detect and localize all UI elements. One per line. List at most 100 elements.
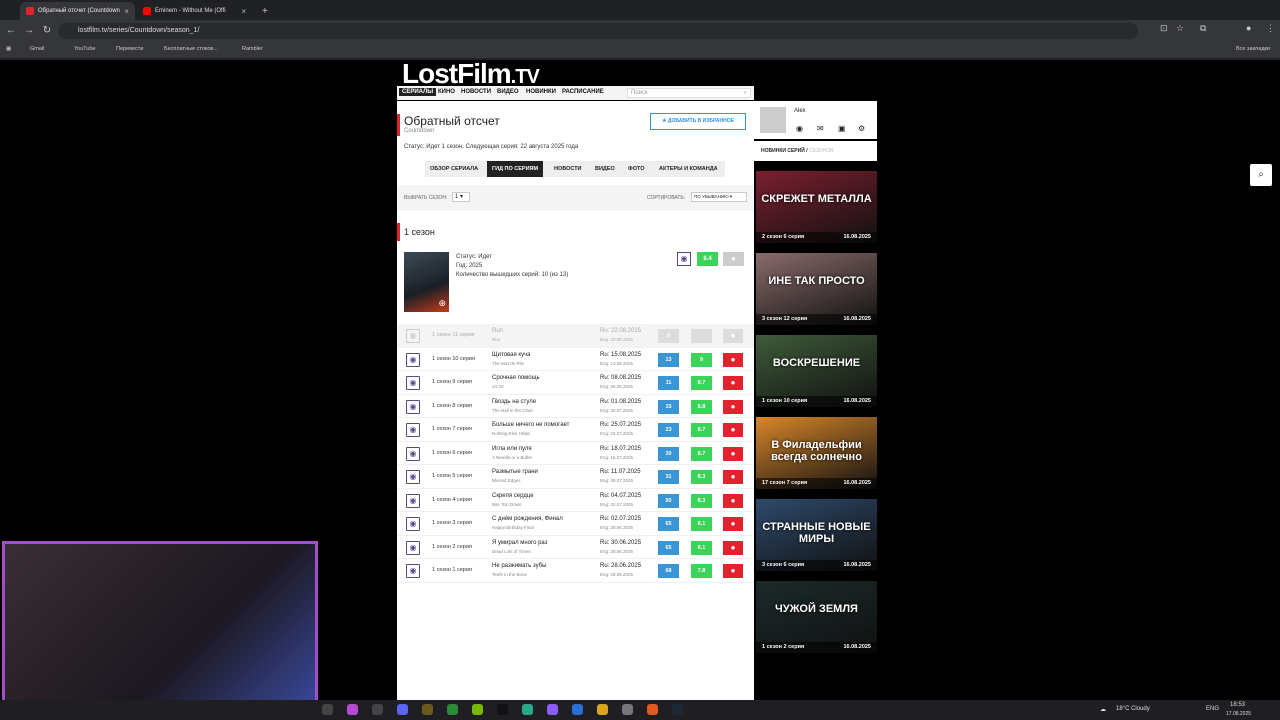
app-icon[interactable] [422,704,433,715]
episode-row[interactable]: ◉ 1 сезон 7 серия Больше ничего не помогае… [397,418,754,442]
menu-icon[interactable]: ⋮ [1266,23,1275,34]
address-bar[interactable]: lostfilm.tv/series/Countdown/season_1/ [58,23,1138,39]
weather-icon[interactable]: ☁ [1100,706,1106,713]
tab-photo[interactable]: ФОТО [623,161,649,177]
play-icon[interactable]: ● [723,470,743,484]
bookmark-stock[interactable]: Бесплатные стоков... [164,46,218,52]
comments-count[interactable]: 65 [658,517,679,531]
episode-title-ru[interactable]: Я умирал много раз [492,540,547,546]
episode-title-ru[interactable]: Не разжимать зубы [492,563,546,569]
language-indicator[interactable]: ENG [1206,706,1219,712]
tiktok-icon[interactable] [497,704,508,715]
episode-row[interactable]: ◉ 1 сезон 5 серия Размытые грани Blurred Ed… [397,465,754,489]
clock-time[interactable]: 18:53 [1230,702,1245,708]
episode-title-ru[interactable]: Гвоздь на стуле [492,399,536,405]
play-icon[interactable]: ● [723,517,743,531]
episode-title-ru[interactable]: Игла или пуля [492,446,532,452]
episode-title-ru[interactable]: Щитовая куча [492,352,531,358]
nav-serials[interactable]: СЕРИАЛЫ [399,88,437,96]
comments-count[interactable]: 11 [658,376,679,390]
nvidia-icon[interactable] [472,704,483,715]
watched-eye-icon[interactable]: ◉ [406,517,420,531]
username[interactable]: Alex [794,108,806,114]
eye-icon[interactable]: ◉ [796,124,803,133]
search-icon[interactable]: ⌕ [744,89,747,97]
bookmark-translate[interactable]: Перевести [116,46,143,52]
play-icon[interactable]: ● [723,352,743,367]
reload-icon[interactable]: ↻ [40,24,54,38]
app-icon[interactable] [647,704,658,715]
app-icon[interactable] [447,704,458,715]
episode-row[interactable]: ◉ 1 сезон 4 серия Скрепя сердце Bite 'Em Do… [397,489,754,512]
clock-date[interactable]: 17.08.2025 [1226,711,1251,717]
new-episode-card[interactable]: ЧУЖОЙ ЗЕМЛЯ 1 сезон 2 серия 16.08.2025 [756,581,877,653]
new-seasons-tab[interactable]: СЕЗОНОВ [809,148,834,154]
new-episode-card[interactable]: ВОСКРЕШЕНИЕ 1 сезон 10 серия 16.08.2025 [756,335,877,407]
close-tab-icon[interactable]: × [241,7,246,16]
season-watched-eye-icon[interactable]: ◉ [677,252,691,266]
search-input[interactable]: Поиск ⌕ [627,88,751,98]
episode-title-ru[interactable]: Run [492,328,503,334]
comments-count[interactable]: 23 [658,423,679,437]
avatar[interactable] [760,107,786,133]
episode-row[interactable]: ◉ 1 сезон 8 серия Гвоздь на стуле The Nail … [397,395,754,418]
tab-video[interactable]: ВИДЕО [590,161,620,177]
comments-count[interactable]: 68 [658,564,679,578]
bookmark-youtube[interactable]: YouTube [74,46,96,52]
comments-count[interactable]: 31 [658,470,679,484]
watched-eye-icon[interactable]: ◉ [406,564,420,578]
nav-schedule[interactable]: РАСПИСАНИЕ [562,89,604,95]
comments-count[interactable]: 13 [658,352,679,367]
play-icon[interactable]: ● [723,493,743,508]
new-episode-card[interactable]: В Филадельфии всегда солнечно 17 сезон 7 … [756,417,877,489]
back-icon[interactable]: ← [4,24,18,38]
bookmark-gmail[interactable]: Gmail [30,46,44,52]
episode-row[interactable]: ◉ 1 сезон 6 серия Игла или пуля A Needle or… [397,442,754,465]
app-icon[interactable] [522,704,533,715]
season-select[interactable]: 1 ▾ [452,192,470,202]
watched-eye-icon[interactable]: ◉ [406,446,420,461]
tab-lostfilm[interactable]: Обратный отсчет (Countdown × [20,2,135,20]
new-episodes-tab[interactable]: НОВИНКИ СЕРИЙ [761,148,805,154]
discord-icon[interactable] [397,704,408,715]
tab-youtube[interactable]: Eminem - Without Me (Offi × [137,2,252,20]
episode-row[interactable]: ◉ 1 сезон 9 серия Срочная помощь 10-33 Ru: 0… [397,371,754,395]
episode-title-ru[interactable]: Срочная помощь [492,375,540,381]
app-icon[interactable] [347,704,358,715]
nav-new[interactable]: НОВИНКИ [526,89,556,95]
tab-overview[interactable]: ОБЗОР СЕРИАЛА [425,161,483,177]
install-icon[interactable]: ⊡ [1160,23,1168,34]
new-episode-card[interactable]: СКРЕЖЕТ МЕТАЛЛА 2 сезон 6 серия 16.08.2025 [756,171,877,243]
watched-eye-icon[interactable]: ◉ [406,376,420,390]
forward-icon[interactable]: → [22,24,36,38]
chat-icon[interactable]: ▣ [838,124,846,133]
nav-video[interactable]: ВИДЕО [497,89,519,95]
episode-title-ru[interactable]: Скрепя сердце [492,493,534,499]
mail-icon[interactable]: ✉ [817,124,824,133]
comments-count[interactable]: 30 [658,446,679,461]
comments-count[interactable]: 50 [658,493,679,508]
play-icon[interactable]: ● [723,423,743,437]
app-icon[interactable] [622,704,633,715]
zoom-icon[interactable]: ⊕ [438,298,446,309]
tab-cast[interactable]: АКТЕРЫ И КОМАНДА [654,161,723,177]
tab-episode-guide[interactable]: ГИД ПО СЕРИЯМ [487,161,544,177]
tab-news[interactable]: НОВОСТИ [549,161,587,177]
play-icon[interactable]: ● [723,540,743,555]
play-icon[interactable]: ● [723,376,743,390]
gear-icon[interactable]: ⚙ [858,124,865,133]
episode-title-ru[interactable]: С днём рождения, Финал [492,516,563,522]
apps-icon[interactable]: ▦ [6,46,11,52]
nav-news[interactable]: НОВОСТИ [461,89,491,95]
nav-kino[interactable]: КИНО [438,89,455,95]
epic-games-icon[interactable] [322,704,333,715]
watched-eye-icon[interactable]: ◉ [406,352,420,367]
episode-row[interactable]: ◉ 1 сезон 3 серия С днём рождения, Финал Ha… [397,512,754,536]
comments-count[interactable]: 15 [658,399,679,414]
season-poster[interactable]: ⊕ [404,252,449,312]
new-tab-button[interactable]: + [256,2,272,20]
episode-title-ru[interactable]: Размытые грани [492,469,538,475]
episode-title-ru[interactable]: Больше ничего не помогает [492,422,569,428]
watched-eye-icon[interactable]: ◉ [406,329,420,343]
all-bookmarks[interactable]: Все закладки [1236,46,1270,52]
